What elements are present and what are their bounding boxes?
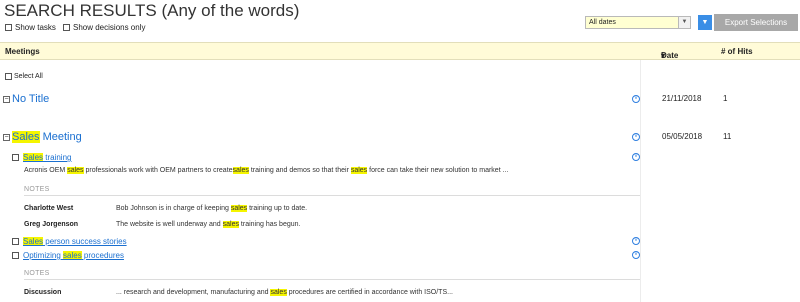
agenda-item-link[interactable]: Optimizing sales procedures [23, 251, 124, 260]
divider [24, 279, 640, 280]
link-text: training [43, 153, 72, 162]
select-all-checkbox[interactable] [5, 73, 12, 80]
chevron-down-icon: ▼ [701, 19, 709, 26]
show-decisions-label: Show decisions only [73, 23, 146, 32]
link-text: person success stories [43, 237, 127, 246]
show-tasks-option[interactable]: Show tasks [5, 23, 56, 32]
date-filter-value: All dates [589, 19, 616, 26]
show-decisions-option[interactable]: Show decisions only [63, 23, 145, 32]
agenda-item-checkbox[interactable] [12, 252, 19, 259]
highlight-term: Sales [23, 153, 44, 162]
agenda-item[interactable]: Sales training [12, 153, 71, 162]
divider [24, 195, 640, 196]
note-author: Greg Jorgenson [24, 221, 79, 228]
notes-label: NOTES [24, 270, 50, 277]
agenda-item[interactable]: Optimizing sales procedures [12, 251, 124, 260]
collapse-icon[interactable]: − [3, 95, 10, 103]
meeting-title-rest: Meeting [39, 131, 82, 143]
export-selections-button[interactable]: Export Selections [714, 14, 798, 31]
results-column-header: Meetings Date ▾ # of Hits [0, 42, 800, 60]
link-text: procedures [81, 251, 124, 260]
expand-chevron-icon[interactable]: ˅ [632, 153, 640, 161]
agenda-item-snippet: Acronis OEM sales professionals work wit… [24, 167, 509, 174]
select-all-label: Select All [14, 73, 43, 80]
meeting-row[interactable]: − Sales Meeting [3, 131, 82, 143]
agenda-item-link[interactable]: Sales person success stories [23, 237, 127, 246]
export-options-button[interactable]: ▼ [698, 15, 712, 30]
agenda-item[interactable]: Sales person success stories [12, 237, 127, 246]
collapse-icon[interactable]: − [3, 133, 10, 141]
select-all-option[interactable]: Select All [5, 73, 43, 80]
notes-label: NOTES [24, 186, 50, 193]
meetings-column-label: Meetings [5, 47, 40, 56]
date-filter-select[interactable]: All dates ▼ [585, 16, 691, 29]
column-divider [640, 60, 641, 302]
note-author: Discussion [24, 289, 62, 296]
meeting-hits: 1 [723, 94, 728, 103]
show-decisions-checkbox[interactable] [63, 24, 70, 31]
agenda-item-checkbox[interactable] [12, 238, 19, 245]
sort-down-icon: ▾ [661, 51, 666, 60]
chevron-down-icon[interactable]: ▼ [678, 17, 690, 28]
show-tasks-label: Show tasks [15, 23, 56, 32]
expand-chevron-icon[interactable]: ˅ [632, 95, 640, 103]
highlight-term: Sales [23, 237, 44, 246]
meeting-date: 05/05/2018 [662, 132, 703, 141]
meeting-hits: 11 [723, 132, 732, 141]
expand-chevron-icon[interactable]: ˅ [632, 133, 640, 141]
agenda-item-checkbox[interactable] [12, 154, 19, 161]
note-text: Bob Johnson is in charge of keeping sale… [116, 205, 308, 212]
meeting-row[interactable]: − No Title [3, 93, 49, 105]
expand-chevron-icon[interactable]: ˅ [632, 237, 640, 245]
link-text: Optimizing [23, 251, 64, 260]
highlight-term: sales [63, 251, 82, 260]
note-author: Charlotte West [24, 205, 74, 212]
note-text: The website is well underway and sales t… [116, 221, 301, 228]
meeting-title[interactable]: No Title [12, 93, 49, 105]
note-text: ... research and development, manufactur… [116, 289, 453, 296]
expand-chevron-icon[interactable]: ˅ [632, 251, 640, 259]
meeting-date: 21/11/2018 [662, 94, 702, 103]
hits-column-label: # of Hits [721, 47, 753, 56]
meeting-title[interactable]: Sales Meeting [12, 131, 82, 143]
highlight-term: Sales [12, 131, 40, 143]
show-tasks-checkbox[interactable] [5, 24, 12, 31]
agenda-item-link[interactable]: Sales training [23, 153, 71, 162]
page-title: SEARCH RESULTS (Any of the words) [4, 1, 300, 20]
